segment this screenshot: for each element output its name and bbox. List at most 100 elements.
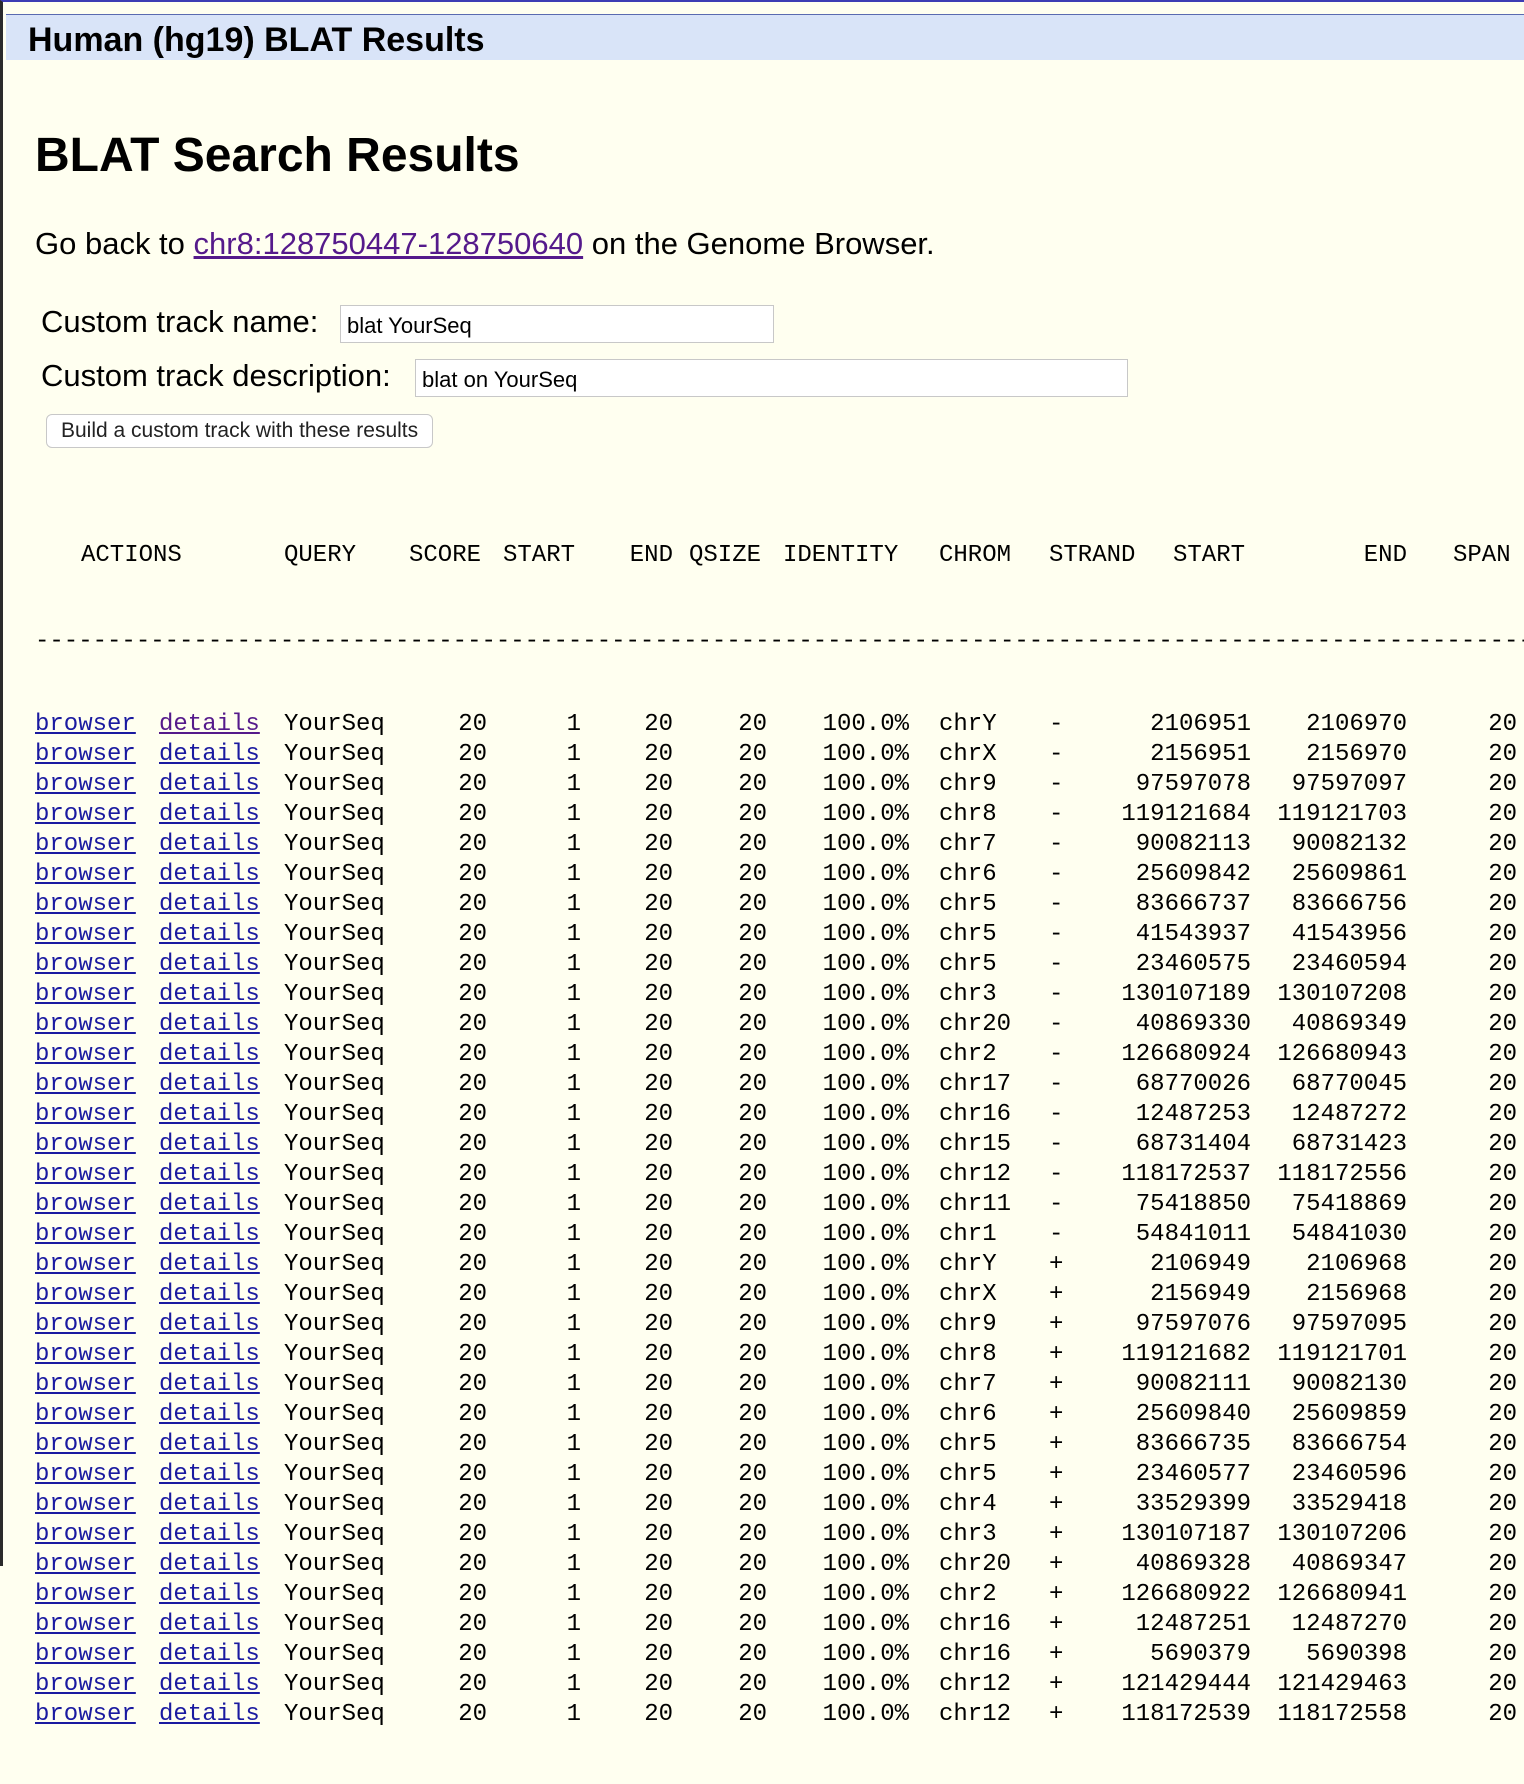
browser-link[interactable]: browser [35, 1040, 136, 1070]
cell-span: 20 [1488, 1041, 1517, 1068]
browser-link[interactable]: browser [35, 1310, 136, 1340]
custom-track-description-input[interactable] [415, 359, 1128, 397]
cell-span: 20 [1488, 891, 1517, 918]
cell-span: 20 [1488, 1491, 1517, 1518]
browser-link[interactable]: browser [35, 1100, 136, 1130]
details-link[interactable]: details [159, 1700, 260, 1730]
details-link[interactable]: details [159, 740, 260, 770]
details-link[interactable]: details [159, 1040, 260, 1070]
cell-chrom: chrX [939, 741, 997, 768]
details-link[interactable]: details [159, 1580, 260, 1610]
cell-end: 2156970 [1306, 741, 1407, 768]
cell-strand: - [1049, 1011, 1064, 1038]
details-link[interactable]: details [159, 920, 260, 950]
details-link[interactable]: details [159, 1310, 260, 1340]
cell-query: YourSeq [284, 921, 385, 948]
details-link[interactable]: details [159, 770, 260, 800]
cell-qsize: 20 [738, 741, 767, 768]
browser-link[interactable]: browser [35, 1070, 136, 1100]
browser-link[interactable]: browser [35, 740, 136, 770]
cell-qsize: 20 [738, 1581, 767, 1608]
details-link[interactable]: details [159, 980, 260, 1010]
details-link[interactable]: details [159, 1460, 260, 1490]
blat-results-table: ACTIONS QUERY SCORE START END QSIZE IDEN… [35, 484, 1524, 1784]
browser-link[interactable]: browser [35, 800, 136, 830]
details-link[interactable]: details [159, 800, 260, 830]
cell-query: YourSeq [284, 1551, 385, 1578]
browser-link[interactable]: browser [35, 1250, 136, 1280]
details-link[interactable]: details [159, 860, 260, 890]
details-link[interactable]: details [159, 1640, 260, 1670]
details-link[interactable]: details [159, 1280, 260, 1310]
details-link[interactable]: details [159, 1250, 260, 1280]
browser-link[interactable]: browser [35, 1610, 136, 1640]
details-link[interactable]: details [159, 1430, 260, 1460]
cell-qstart: 1 [566, 1551, 581, 1578]
cell-span: 20 [1488, 1371, 1517, 1398]
cell-start: 40869328 [1135, 1551, 1251, 1578]
details-link[interactable]: details [159, 890, 260, 920]
details-link[interactable]: details [159, 950, 260, 980]
details-link[interactable]: details [159, 1490, 260, 1520]
browser-link[interactable]: browser [35, 1130, 136, 1160]
details-link[interactable]: details [159, 1370, 260, 1400]
details-link[interactable]: details [159, 1130, 260, 1160]
cell-score: 20 [458, 1281, 487, 1308]
browser-link[interactable]: browser [35, 1640, 136, 1670]
browser-link[interactable]: browser [35, 890, 136, 920]
details-link[interactable]: details [159, 1070, 260, 1100]
page-title: BLAT Search Results [35, 129, 520, 182]
details-link[interactable]: details [159, 830, 260, 860]
details-link[interactable]: details [159, 1010, 260, 1040]
browser-link[interactable]: browser [35, 1430, 136, 1460]
genome-browser-position-link[interactable]: chr8:128750447-128750640 [194, 226, 584, 261]
cell-score: 20 [458, 1251, 487, 1278]
cell-score: 20 [458, 1041, 487, 1068]
cell-identity: 100.0% [822, 951, 909, 978]
browser-link[interactable]: browser [35, 1520, 136, 1550]
details-link[interactable]: details [159, 1190, 260, 1220]
browser-link[interactable]: browser [35, 1160, 136, 1190]
cell-span: 20 [1488, 921, 1517, 948]
cell-qsize: 20 [738, 771, 767, 798]
cell-span: 20 [1488, 1011, 1517, 1038]
browser-link[interactable]: browser [35, 1400, 136, 1430]
details-link[interactable]: details [159, 1670, 260, 1700]
cell-query: YourSeq [284, 1641, 385, 1668]
browser-link[interactable]: browser [35, 980, 136, 1010]
details-link[interactable]: details [159, 710, 260, 740]
details-link[interactable]: details [159, 1610, 260, 1640]
browser-link[interactable]: browser [35, 770, 136, 800]
browser-link[interactable]: browser [35, 920, 136, 950]
browser-link[interactable]: browser [35, 1670, 136, 1700]
browser-link[interactable]: browser [35, 1490, 136, 1520]
cell-strand: + [1049, 1371, 1064, 1398]
details-link[interactable]: details [159, 1100, 260, 1130]
browser-link[interactable]: browser [35, 1370, 136, 1400]
custom-track-name-input[interactable] [340, 305, 774, 343]
details-link[interactable]: details [159, 1550, 260, 1580]
cell-identity: 100.0% [822, 1221, 909, 1248]
table-row: browser details YourSeq 20 1 20 20 100.0% chr20 +… [35, 1550, 1524, 1580]
browser-link[interactable]: browser [35, 1220, 136, 1250]
browser-link[interactable]: browser [35, 860, 136, 890]
browser-link[interactable]: browser [35, 950, 136, 980]
build-custom-track-button[interactable]: Build a custom track with these results [46, 414, 434, 448]
details-link[interactable]: details [159, 1400, 260, 1430]
browser-link[interactable]: browser [35, 1340, 136, 1370]
browser-link[interactable]: browser [35, 1280, 136, 1310]
browser-link[interactable]: browser [35, 1010, 136, 1040]
details-link[interactable]: details [159, 1220, 260, 1250]
browser-link[interactable]: browser [35, 1700, 136, 1730]
browser-link[interactable]: browser [35, 830, 136, 860]
browser-link[interactable]: browser [35, 1460, 136, 1490]
cell-chrom: chr20 [939, 1551, 1012, 1578]
details-link[interactable]: details [159, 1160, 260, 1190]
details-link[interactable]: details [159, 1340, 260, 1370]
cell-qend: 20 [644, 921, 673, 948]
details-link[interactable]: details [159, 1520, 260, 1550]
browser-link[interactable]: browser [35, 1190, 136, 1220]
browser-link[interactable]: browser [35, 710, 136, 740]
browser-link[interactable]: browser [35, 1580, 136, 1610]
browser-link[interactable]: browser [35, 1550, 136, 1580]
